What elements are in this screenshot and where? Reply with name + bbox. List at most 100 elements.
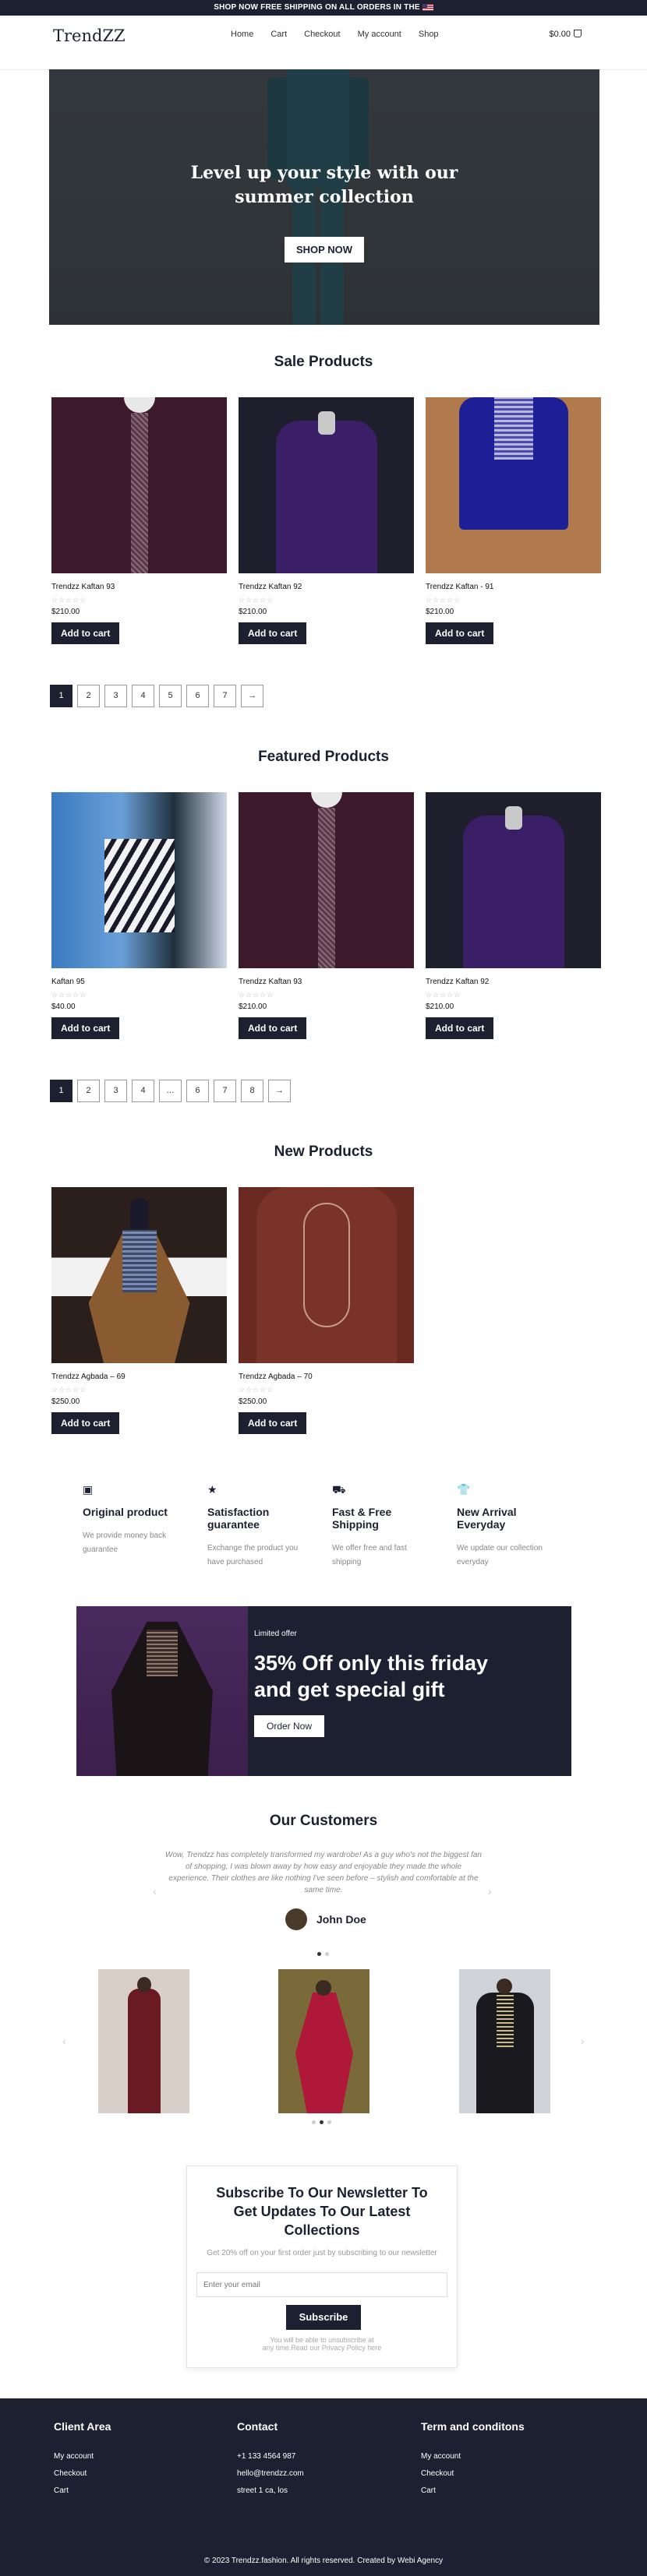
footer-address: street 1 ca, los <box>237 2486 288 2495</box>
product-name[interactable]: Trendzz Kaftan - 91 <box>426 583 601 591</box>
nav-my-account[interactable]: My account <box>358 30 401 39</box>
add-to-cart-button[interactable]: Add to cart <box>426 622 494 644</box>
product-card: Trendzz Kaftan 92 ☆☆☆☆☆ $210.00 Add to c… <box>426 792 601 1039</box>
product-image[interactable] <box>239 1187 414 1363</box>
nav-checkout[interactable]: Checkout <box>304 30 340 39</box>
footer-link[interactable]: Cart <box>421 2487 525 2495</box>
next-page-link[interactable]: → <box>268 1080 291 1102</box>
page-link[interactable]: 4 <box>132 685 154 707</box>
rating-stars: ☆☆☆☆☆ <box>51 1386 87 1394</box>
carousel-dot[interactable] <box>312 2120 316 2124</box>
gallery-prev-arrow[interactable]: ‹ <box>62 2035 66 2047</box>
subscribe-button[interactable]: Subscribe <box>286 2305 361 2330</box>
footer-link[interactable]: Cart <box>54 2487 111 2495</box>
product-card: Trendzz Kaftan 93 ☆☆☆☆☆ $210.00 Add to c… <box>239 792 414 1039</box>
page-link[interactable]: 3 <box>104 685 127 707</box>
cart-button[interactable]: $0.00 <box>549 30 582 39</box>
product-image[interactable] <box>426 792 601 968</box>
feature-text: We offer free and fast shipping <box>332 1544 407 1566</box>
page-link[interactable]: 6 <box>186 685 209 707</box>
add-to-cart-button[interactable]: Add to cart <box>239 622 307 644</box>
page-link[interactable]: 2 <box>77 685 100 707</box>
add-to-cart-button[interactable]: Add to cart <box>51 1412 120 1434</box>
product-name[interactable]: Trendzz Kaftan 93 <box>51 583 227 591</box>
footer-col-title: Client Area <box>54 2420 111 2433</box>
page-link[interactable]: 2 <box>77 1080 100 1102</box>
page-link[interactable]: 5 <box>159 685 182 707</box>
feature-item: ▣ Original product We provide money back… <box>83 1484 188 1570</box>
shop-now-button[interactable]: SHOP NOW <box>285 237 364 263</box>
footer-email[interactable]: hello@trendzz.com <box>237 2470 304 2478</box>
page-link[interactable]: 4 <box>132 1080 154 1102</box>
footer-link[interactable]: My account <box>54 2453 111 2461</box>
fine-print-line2[interactable]: any time.Read our Privacy Policy here <box>263 2344 382 2352</box>
avatar <box>285 1908 307 1930</box>
product-image[interactable] <box>239 397 414 573</box>
footer-contact: Contact +1 133 4564 987 hello@trendzz.co… <box>237 2420 304 2495</box>
product-price: $210.00 <box>51 608 80 616</box>
newsletter-box: Subscribe To Our Newsletter To Get Updat… <box>186 2165 458 2368</box>
nav-home[interactable]: Home <box>231 30 253 39</box>
carousel-dot[interactable] <box>325 1952 329 1956</box>
page-link[interactable]: 1 <box>50 1080 72 1102</box>
product-card: Trendzz Kaftan 92 ☆☆☆☆☆ $210.00 Add to c… <box>239 397 414 644</box>
page-link[interactable]: 7 <box>214 685 236 707</box>
new-products-title: New Products <box>274 1144 373 1160</box>
hero-title: Level up your style with our summer coll… <box>49 161 599 210</box>
testimonial-prev-arrow[interactable]: ‹ <box>153 1885 157 1898</box>
footer-phone[interactable]: +1 133 4564 987 <box>237 2453 304 2461</box>
promo-banner: Limited offer 35% Off only this friday a… <box>76 1606 571 1776</box>
footer-link[interactable]: Checkout <box>54 2470 111 2478</box>
product-name[interactable]: Trendzz Kaftan 92 <box>239 583 414 591</box>
product-image[interactable] <box>239 792 414 968</box>
page-link[interactable]: 8 <box>241 1080 263 1102</box>
carousel-dot[interactable] <box>317 1952 321 1956</box>
product-price: $210.00 <box>426 608 454 616</box>
page-link[interactable]: 6 <box>186 1080 209 1102</box>
announcement-bar: SHOP NOW FREE SHIPPING ON ALL ORDERS IN … <box>0 0 647 16</box>
add-to-cart-button[interactable]: Add to cart <box>51 1017 120 1039</box>
add-to-cart-button[interactable]: Add to cart <box>239 1412 307 1434</box>
cart-total: $0.00 <box>549 30 571 39</box>
nav-shop[interactable]: Shop <box>419 30 439 39</box>
product-image[interactable] <box>51 792 227 968</box>
add-to-cart-button[interactable]: Add to cart <box>239 1017 307 1039</box>
product-image[interactable] <box>51 1187 227 1363</box>
email-input[interactable] <box>196 2272 447 2297</box>
truck-icon: ⛟ <box>332 1483 346 1496</box>
product-name[interactable]: Kaftan 95 <box>51 978 227 986</box>
reviewer-name: John Doe <box>316 1913 366 1926</box>
promo-title: 35% Off only this friday and get special… <box>254 1651 489 1701</box>
nav-cart[interactable]: Cart <box>270 30 287 39</box>
footer-link[interactable]: Checkout <box>421 2470 525 2478</box>
order-now-button[interactable]: Order Now <box>254 1715 325 1737</box>
sale-pagination: 1 2 3 4 5 6 7 → <box>50 685 263 707</box>
carousel-dot[interactable] <box>327 2120 331 2124</box>
rating-stars: ☆☆☆☆☆ <box>426 596 461 604</box>
page-link[interactable]: 3 <box>104 1080 127 1102</box>
gallery-next-arrow[interactable]: › <box>581 2035 585 2047</box>
testimonial-author: John Doe <box>285 1908 366 1930</box>
testimonial-next-arrow[interactable]: › <box>488 1885 492 1898</box>
product-card: Trendzz Kaftan - 91 ☆☆☆☆☆ $210.00 Add to… <box>426 397 601 644</box>
page-link[interactable]: 1 <box>50 685 72 707</box>
product-name[interactable]: Trendzz Kaftan 92 <box>426 978 601 986</box>
product-name[interactable]: Trendzz Kaftan 93 <box>239 978 414 986</box>
product-name[interactable]: Trendzz Agbada – 69 <box>51 1373 227 1381</box>
page-link[interactable]: 7 <box>214 1080 236 1102</box>
featured-products-grid: Kaftan 95 ☆☆☆☆☆ $40.00 Add to cart Trend… <box>51 792 601 1039</box>
product-image[interactable] <box>51 397 227 573</box>
add-to-cart-button[interactable]: Add to cart <box>426 1017 494 1039</box>
add-to-cart-button[interactable]: Add to cart <box>51 622 120 644</box>
customer-photo <box>98 1969 189 2113</box>
rating-stars: ☆☆☆☆☆ <box>239 1386 274 1394</box>
footer-link[interactable]: My account <box>421 2453 525 2461</box>
carousel-dot[interactable] <box>320 2120 324 2124</box>
product-price: $210.00 <box>239 608 267 616</box>
box-icon: ▣ <box>83 1483 94 1496</box>
product-image[interactable] <box>426 397 601 573</box>
rating-stars: ☆☆☆☆☆ <box>51 596 87 604</box>
product-name[interactable]: Trendzz Agbada – 70 <box>239 1373 414 1381</box>
site-logo[interactable]: TrendZZ <box>53 26 126 45</box>
next-page-link[interactable]: → <box>241 685 263 707</box>
